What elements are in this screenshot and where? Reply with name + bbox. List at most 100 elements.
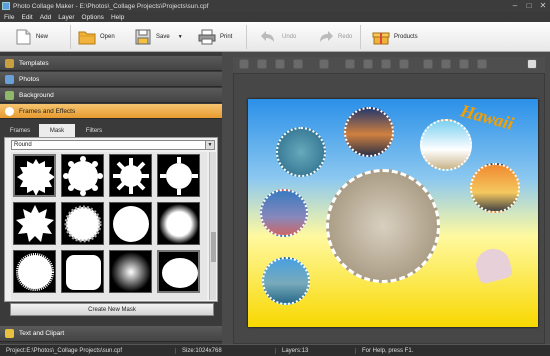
photo-island[interactable] xyxy=(276,127,326,177)
photo-couple[interactable] xyxy=(326,169,440,283)
folder-icon xyxy=(78,29,96,45)
printer-icon xyxy=(198,29,216,45)
background-icon xyxy=(5,90,14,100)
menu-add[interactable]: Add xyxy=(40,14,52,21)
mask-thumbnail[interactable] xyxy=(61,154,104,197)
window-title: Photo Collage Maker - E:\Photos\_Collage… xyxy=(13,2,209,10)
settings-icon[interactable] xyxy=(459,59,469,69)
flip-icon[interactable] xyxy=(381,59,391,69)
flip-icon[interactable] xyxy=(399,59,409,69)
effects-tabs: Frames Mask Filters xyxy=(2,124,220,137)
minimize-icon[interactable]: – xyxy=(508,1,522,11)
status-help: For Help, press F1. xyxy=(362,347,414,354)
layer-icon[interactable] xyxy=(293,59,303,69)
mask-thumbnail[interactable] xyxy=(109,250,152,293)
status-project: Project:E:\Photos\_Collage Projects\sun.… xyxy=(0,347,176,354)
align-icon[interactable] xyxy=(319,59,329,69)
tab-frames[interactable]: Frames xyxy=(2,124,38,137)
tab-filters[interactable]: Filters xyxy=(76,124,112,137)
redo-icon xyxy=(316,29,334,45)
title-bar: Photo Collage Maker - E:\Photos\_Collage… xyxy=(0,0,550,12)
toolbar-separator xyxy=(360,25,361,49)
mask-grid xyxy=(11,152,207,300)
mask-thumbnail[interactable] xyxy=(13,250,56,293)
save-dropdown-icon[interactable]: ▼ xyxy=(178,34,183,40)
mask-thumbnail[interactable] xyxy=(109,202,152,245)
seashell-clipart[interactable] xyxy=(472,245,514,285)
status-layers: Layers:13 xyxy=(276,347,356,354)
mask-thumbnail[interactable] xyxy=(109,154,152,197)
panel-frames-effects[interactable]: Frames and Effects xyxy=(0,104,222,119)
open-label: Open xyxy=(100,34,115,40)
layer-icon[interactable] xyxy=(275,59,285,69)
mask-scrollbar[interactable] xyxy=(209,152,216,300)
save-icon xyxy=(134,29,152,45)
effects-icon[interactable] xyxy=(477,59,487,69)
save-button[interactable]: Save ▼ xyxy=(134,26,183,48)
layer-icon[interactable] xyxy=(239,59,249,69)
photo-palm-sunset[interactable] xyxy=(470,163,520,213)
scrollbar-thumb[interactable] xyxy=(211,232,216,262)
toolbar-separator xyxy=(246,25,247,49)
collage-canvas[interactable]: Hawaii xyxy=(248,99,538,327)
create-new-mask-button[interactable]: Create New Mask xyxy=(10,303,214,316)
menu-edit[interactable]: Edit xyxy=(21,14,32,21)
mask-thumbnail[interactable] xyxy=(157,250,200,293)
panel-background[interactable]: Background xyxy=(0,88,222,103)
panel-templates[interactable]: Templates xyxy=(0,56,222,71)
menu-help[interactable]: Help xyxy=(111,14,124,21)
mask-thumbnail[interactable] xyxy=(157,154,200,197)
mask-thumbnail[interactable] xyxy=(157,202,200,245)
menu-layer[interactable]: Layer xyxy=(58,14,74,21)
undo-label: Undo xyxy=(282,34,297,40)
layer-icon[interactable] xyxy=(257,59,267,69)
new-button[interactable]: New xyxy=(14,26,48,48)
templates-icon xyxy=(5,58,14,68)
rotate-icon[interactable] xyxy=(345,59,355,69)
products-label: Products xyxy=(394,34,418,40)
mask-thumbnail[interactable] xyxy=(61,202,104,245)
maximize-icon[interactable]: □ xyxy=(522,1,536,11)
status-bar: Project:E:\Photos\_Collage Projects\sun.… xyxy=(0,344,550,356)
new-icon xyxy=(14,29,32,45)
main-toolbar: New Open Save ▼ Print Undo Redo Products xyxy=(0,22,550,52)
photos-label: Photos xyxy=(19,75,40,83)
redo-button[interactable]: Redo xyxy=(316,26,352,48)
mask-panel: Round ▼ xyxy=(4,137,218,302)
editing-toolbar xyxy=(233,57,545,73)
tab-mask[interactable]: Mask xyxy=(39,124,75,137)
app-icon xyxy=(2,2,10,10)
panel-text-clipart[interactable]: Text and Clipart xyxy=(0,326,222,342)
products-button[interactable]: Products xyxy=(372,26,418,48)
delete-icon[interactable] xyxy=(423,59,433,69)
mask-type-select[interactable]: Round ▼ xyxy=(11,140,215,150)
print-button[interactable]: Print xyxy=(198,26,232,48)
menu-options[interactable]: Options xyxy=(82,14,104,21)
text-clipart-icon xyxy=(5,329,14,338)
photo-beach-palm[interactable] xyxy=(420,119,472,171)
page-icon[interactable] xyxy=(527,59,537,69)
frames-effects-label: Frames and Effects xyxy=(19,107,76,115)
menu-file[interactable]: File xyxy=(4,14,14,21)
save-label: Save xyxy=(156,34,170,40)
crop-icon[interactable] xyxy=(441,59,451,69)
background-label: Background xyxy=(19,91,54,99)
frames-effects-icon xyxy=(5,106,14,116)
mask-thumbnail[interactable] xyxy=(13,202,56,245)
mask-thumbnail[interactable] xyxy=(13,154,56,197)
chevron-down-icon[interactable]: ▼ xyxy=(205,141,214,149)
photo-resort[interactable] xyxy=(260,189,308,237)
status-size: Size:1024x768 xyxy=(176,347,276,354)
mask-thumbnail[interactable] xyxy=(61,250,104,293)
panel-photos[interactable]: Photos xyxy=(0,72,222,87)
close-icon[interactable]: ✕ xyxy=(536,1,550,11)
templates-label: Templates xyxy=(19,59,49,67)
undo-button[interactable]: Undo xyxy=(260,26,296,48)
photos-icon xyxy=(5,74,14,84)
rotate-icon[interactable] xyxy=(363,59,373,69)
toolbar-separator xyxy=(70,25,71,49)
undo-icon xyxy=(260,29,278,45)
photo-sunset[interactable] xyxy=(344,107,394,157)
open-button[interactable]: Open xyxy=(78,26,115,48)
photo-bungalows[interactable] xyxy=(262,257,310,305)
